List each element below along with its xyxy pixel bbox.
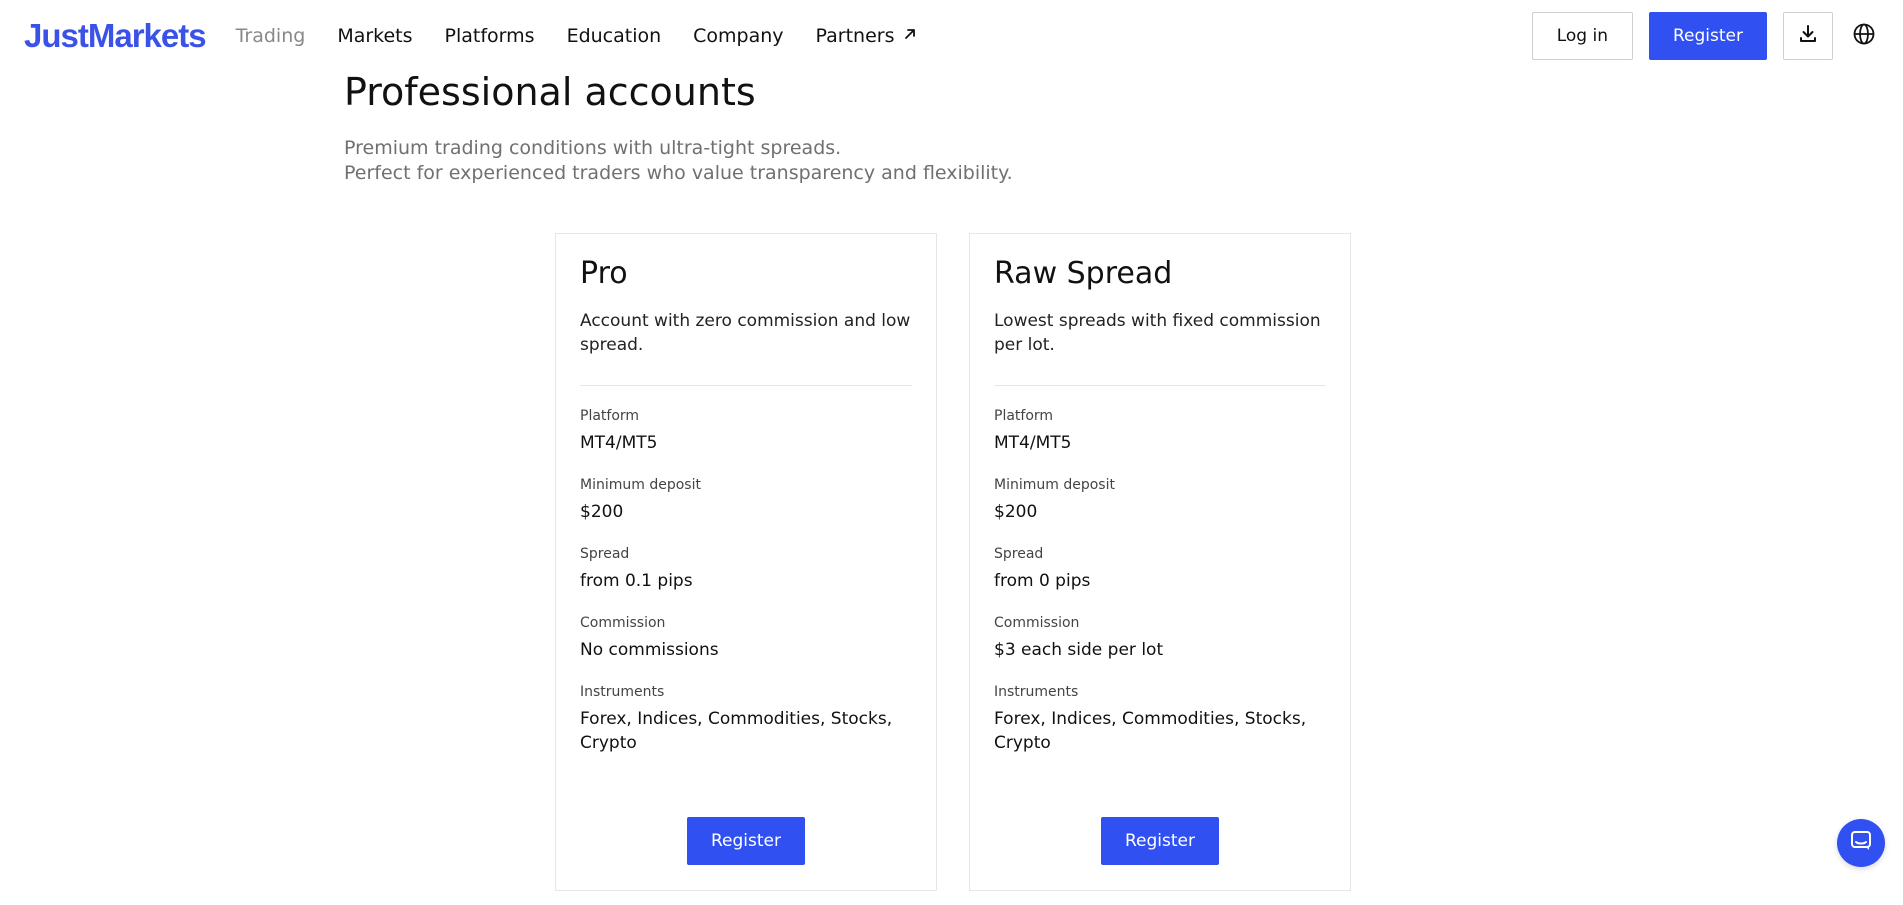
login-button[interactable]: Log in xyxy=(1531,12,1633,60)
spec-minimum-deposit: Minimum deposit $200 xyxy=(994,477,1326,524)
pro-register-button[interactable]: Register xyxy=(687,817,805,865)
account-card-raw-spread: Raw Spread Lowest spreads with fixed com… xyxy=(969,233,1351,891)
nav-item-label: Company xyxy=(693,25,784,47)
nav-item-trading[interactable]: Trading xyxy=(236,25,306,47)
spec-label: Platform xyxy=(580,408,640,424)
section-description: Premium trading conditions with ultra-ti… xyxy=(344,136,1013,186)
spec-value: Forex, Indices, Commodities, Stocks, Cry… xyxy=(580,709,893,753)
card-title: Pro xyxy=(580,256,628,291)
card-divider xyxy=(994,385,1326,386)
language-button[interactable] xyxy=(1849,12,1879,60)
spec-value: MT4/MT5 xyxy=(580,433,658,453)
nav-item-label: Education xyxy=(566,25,662,47)
nav-item-label: Trading xyxy=(235,25,306,47)
spec-label: Instruments xyxy=(994,684,1079,700)
section-description-line: Perfect for experienced traders who valu… xyxy=(344,162,1013,184)
nav-item-partners[interactable]: Partners xyxy=(816,25,917,47)
spec-label: Commission xyxy=(994,615,1080,631)
spec-value: $200 xyxy=(994,502,1038,522)
arrow-up-right-icon xyxy=(903,26,917,46)
download-icon xyxy=(1797,23,1819,49)
top-header: JustMarkets Trading Markets Platforms Ed… xyxy=(0,0,1903,72)
spec-spread: Spread from 0.1 pips xyxy=(580,546,912,593)
spec-label: Platform xyxy=(994,408,1054,424)
spec-label: Minimum deposit xyxy=(994,477,1115,493)
nav-item-education[interactable]: Education xyxy=(567,25,662,47)
spec-value: $200 xyxy=(580,502,624,522)
globe-icon xyxy=(1852,22,1876,50)
account-card-pro: Pro Account with zero commission and low… xyxy=(555,233,937,891)
spec-value: Forex, Indices, Commodities, Stocks, Cry… xyxy=(994,709,1307,753)
card-description: Lowest spreads with fixed commission per… xyxy=(994,311,1321,355)
main-nav: Trading Markets Platforms Education Comp… xyxy=(236,25,949,47)
nav-item-label: Markets xyxy=(337,25,413,47)
page-title: Professional accounts xyxy=(344,70,756,114)
nav-item-label: Platforms xyxy=(444,25,535,47)
section-description-line: Premium trading conditions with ultra-ti… xyxy=(344,137,842,159)
spec-platform: Platform MT4/MT5 xyxy=(580,408,912,455)
chat-button[interactable] xyxy=(1837,819,1885,867)
nav-item-label: Partners xyxy=(815,25,895,47)
spec-commission: Commission No commissions xyxy=(580,615,912,662)
spec-instruments: Instruments Forex, Indices, Commodities,… xyxy=(994,684,1326,755)
spec-label: Spread xyxy=(994,546,1044,562)
header-actions: Log in Register xyxy=(1531,12,1879,60)
spec-value: No commissions xyxy=(580,640,719,660)
spec-minimum-deposit: Minimum deposit $200 xyxy=(580,477,912,524)
nav-item-company[interactable]: Company xyxy=(693,25,783,47)
spec-value: from 0.1 pips xyxy=(580,571,693,591)
spec-label: Spread xyxy=(580,546,630,562)
spec-platform: Platform MT4/MT5 xyxy=(994,408,1326,455)
spec-instruments: Instruments Forex, Indices, Commodities,… xyxy=(580,684,912,755)
spec-value: $3 each side per lot xyxy=(994,640,1164,660)
download-button[interactable] xyxy=(1783,12,1833,60)
chat-icon xyxy=(1849,829,1873,857)
spec-value: MT4/MT5 xyxy=(994,433,1072,453)
nav-item-markets[interactable]: Markets xyxy=(337,25,412,47)
spec-commission: Commission $3 each side per lot xyxy=(994,615,1326,662)
card-title: Raw Spread xyxy=(994,256,1173,291)
spec-spread: Spread from 0 pips xyxy=(994,546,1326,593)
spec-value: from 0 pips xyxy=(994,571,1091,591)
spec-label: Commission xyxy=(580,615,666,631)
spec-label: Instruments xyxy=(580,684,665,700)
logo[interactable]: JustMarkets xyxy=(24,17,207,55)
card-divider xyxy=(580,385,912,386)
raw-spread-register-button[interactable]: Register xyxy=(1101,817,1219,865)
register-button[interactable]: Register xyxy=(1649,12,1767,60)
spec-label: Minimum deposit xyxy=(580,477,701,493)
card-description: Account with zero commission and low spr… xyxy=(580,311,911,355)
nav-item-platforms[interactable]: Platforms xyxy=(445,25,535,47)
